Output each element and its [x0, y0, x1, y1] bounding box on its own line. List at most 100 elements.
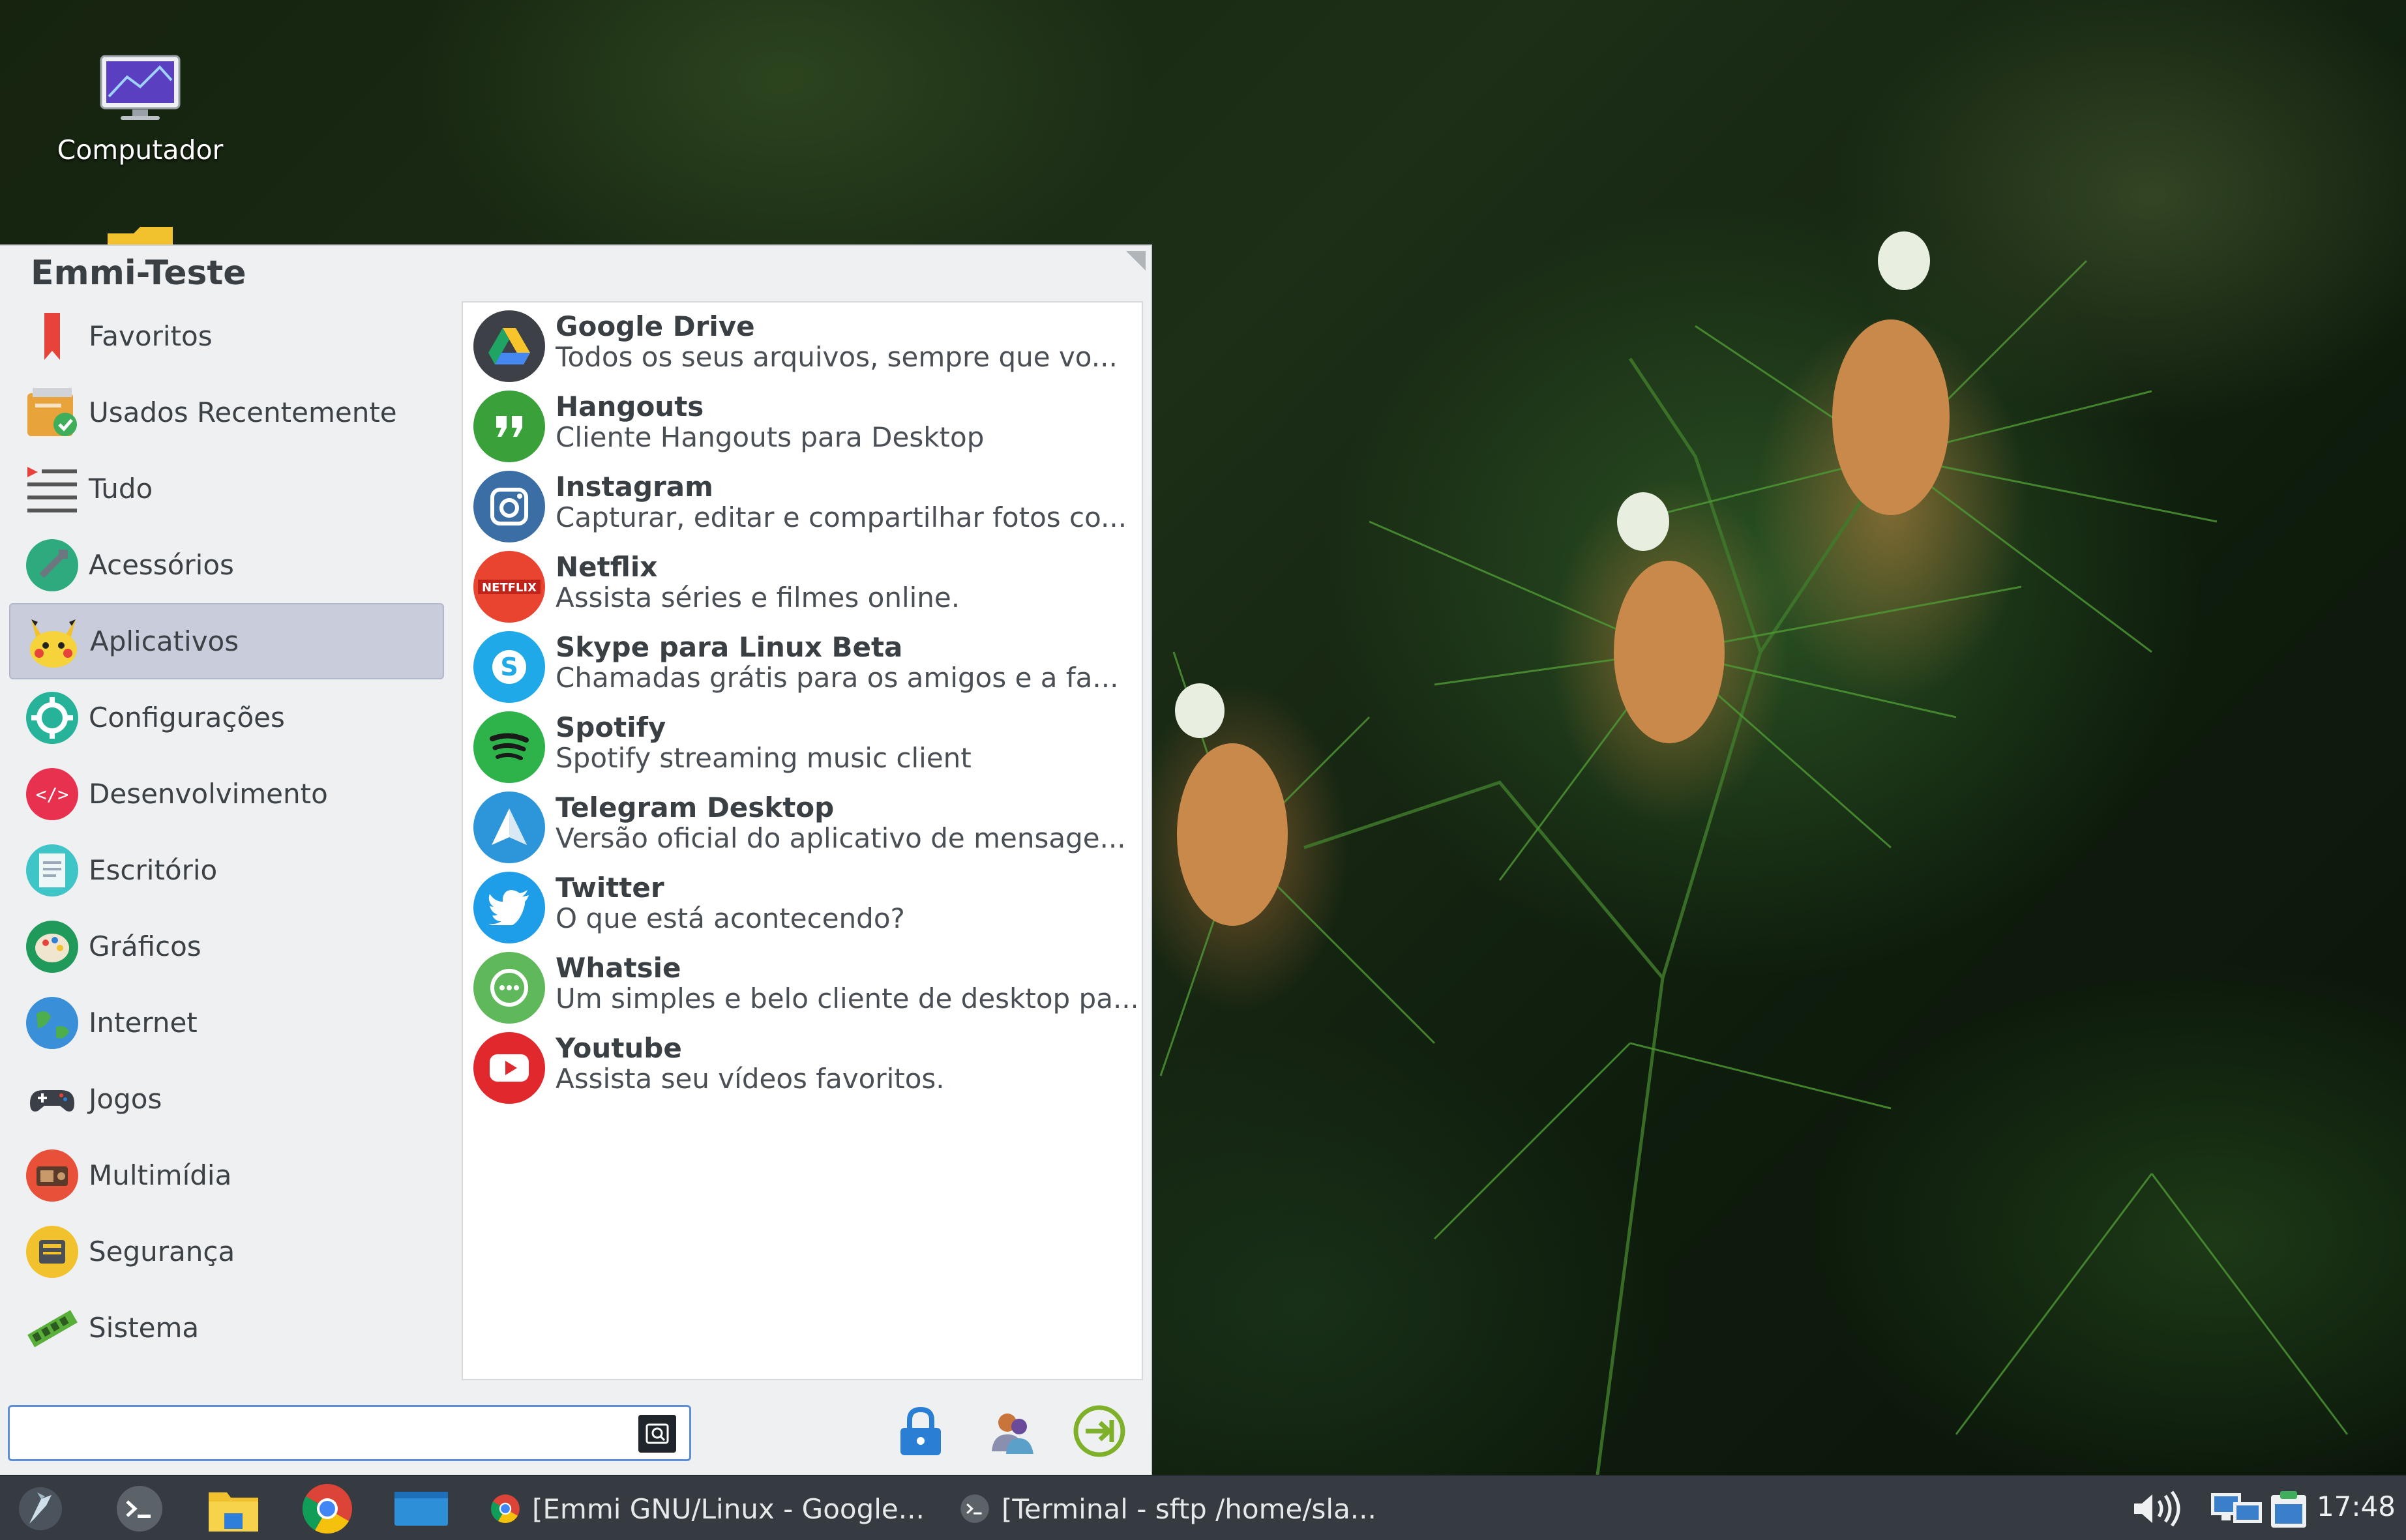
category-desenvolvimento[interactable]: </> Desenvolvimento	[9, 756, 444, 832]
category-label: Gráficos	[89, 930, 201, 962]
category-acessorios[interactable]: Acessórios	[9, 527, 444, 603]
youtube-icon	[473, 1032, 545, 1104]
category-escritorio[interactable]: Escritório	[9, 832, 444, 908]
app-description: Um simples e belo cliente de desktop pa.…	[556, 983, 1136, 1014]
category-internet[interactable]: Internet	[9, 985, 444, 1061]
lock-screen-button[interactable]	[888, 1399, 953, 1464]
code-icon: </>	[23, 765, 81, 823]
search-input[interactable]	[16, 1414, 603, 1453]
clipboard-button[interactable]	[2257, 1483, 2320, 1535]
app-name: Instagram	[556, 471, 713, 503]
app-hangouts[interactable]: Hangouts Cliente Hangouts para Desktop	[463, 383, 1142, 463]
skype-icon: S	[473, 631, 545, 703]
category-aplicativos[interactable]: Aplicativos	[9, 603, 444, 679]
app-name: Telegram Desktop	[556, 792, 835, 823]
category-label: Sistema	[89, 1312, 200, 1344]
app-description: Spotify streaming music client	[556, 742, 972, 774]
app-netflix[interactable]: NETFLIX Netflix Assista séries e filmes …	[463, 543, 1142, 623]
app-name: Twitter	[556, 872, 664, 904]
app-skype[interactable]: S Skype para Linux Beta Chamadas grátis …	[463, 623, 1142, 703]
app-twitter[interactable]: Twitter O que está acontecendo?	[463, 864, 1142, 944]
whisker-menu-button[interactable]	[9, 1483, 72, 1535]
category-graficos[interactable]: Gráficos	[9, 908, 444, 985]
gamepad-icon	[23, 1071, 81, 1128]
menu-icon	[19, 1487, 62, 1530]
category-sistema[interactable]: Sistema	[9, 1290, 444, 1366]
category-label: Multimídia	[89, 1159, 232, 1191]
category-configuracoes[interactable]: Configurações	[9, 679, 444, 756]
category-label: Configurações	[89, 702, 285, 733]
application-menu: Emmi-Teste Favoritos Usados Recentemente…	[0, 244, 1152, 1475]
app-description: Versão oficial do aplicativo de mensage.…	[556, 822, 1126, 854]
menu-username: Emmi-Teste	[31, 254, 246, 293]
netflix-icon: NETFLIX	[473, 551, 545, 623]
app-google-drive[interactable]: Google Drive Todos os seus arquivos, sem…	[463, 303, 1142, 383]
chrome-icon	[491, 1494, 520, 1523]
category-favoritos[interactable]: Favoritos	[9, 298, 444, 374]
app-description: Assista séries e filmes online.	[556, 582, 960, 614]
security-icon	[23, 1223, 81, 1281]
logout-button[interactable]	[1067, 1399, 1132, 1464]
app-telegram[interactable]: Telegram Desktop Versão oficial do aplic…	[463, 784, 1142, 864]
chrome-launcher[interactable]	[296, 1483, 359, 1535]
task-label: [Terminal - sftp /home/sla...	[1002, 1492, 1376, 1525]
category-seguranca[interactable]: Segurança	[9, 1213, 444, 1290]
whatsie-icon	[473, 952, 545, 1024]
accessories-icon	[23, 537, 81, 594]
pikachu-icon	[25, 613, 82, 670]
category-label: Desenvolvimento	[89, 778, 328, 810]
app-description: Assista seu vídeos favoritos.	[556, 1063, 945, 1095]
desktop-icon-computer[interactable]: Computador	[33, 51, 248, 166]
globe-icon	[23, 994, 81, 1052]
gear-icon	[23, 689, 81, 747]
window-launcher[interactable]	[390, 1483, 453, 1535]
app-name: Skype para Linux Beta	[556, 631, 903, 663]
chrome-icon	[302, 1484, 352, 1534]
switch-user-button[interactable]	[979, 1399, 1045, 1464]
search-icon[interactable]	[638, 1415, 676, 1453]
category-label: Jogos	[89, 1083, 162, 1115]
search-field[interactable]	[8, 1405, 691, 1461]
svg-text:NETFLIX: NETFLIX	[482, 581, 537, 595]
app-name: Whatsie	[556, 952, 681, 984]
category-jogos[interactable]: Jogos	[9, 1061, 444, 1137]
lock-icon	[900, 1406, 941, 1455]
app-instagram[interactable]: Instagram Capturar, editar e compartilha…	[463, 463, 1142, 543]
category-multimidia[interactable]: Multimídia	[9, 1137, 444, 1213]
app-name: Youtube	[556, 1032, 682, 1064]
network-icon	[2211, 1493, 2262, 1523]
radio-icon	[23, 1147, 81, 1204]
window-icon	[394, 1492, 448, 1526]
volume-button[interactable]	[2127, 1483, 2190, 1535]
category-label: Escritório	[89, 854, 218, 886]
app-description: O que está acontecendo?	[556, 902, 905, 934]
category-label: Favoritos	[89, 320, 213, 352]
clock[interactable]: 17:48	[2317, 1490, 2396, 1522]
app-whatsie[interactable]: Whatsie Um simples e belo cliente de des…	[463, 944, 1142, 1024]
recent-icon	[23, 384, 81, 441]
app-name: Spotify	[556, 711, 666, 743]
app-description: Capturar, editar e compartilhar fotos co…	[556, 501, 1127, 533]
terminal-icon	[117, 1486, 162, 1532]
app-spotify[interactable]: Spotify Spotify streaming music client	[463, 703, 1142, 784]
category-list: Favoritos Usados Recentemente Tudo Acess…	[9, 298, 444, 1366]
telegram-icon	[473, 792, 545, 863]
task-terminal-window[interactable]: [Terminal - sftp /home/sla...	[960, 1485, 1376, 1532]
terminal-launcher[interactable]	[108, 1483, 171, 1535]
category-label: Internet	[89, 1007, 198, 1039]
app-description: Cliente Hangouts para Desktop	[556, 421, 985, 453]
app-name: Hangouts	[556, 391, 704, 422]
application-list: Google Drive Todos os seus arquivos, sem…	[462, 301, 1143, 1380]
category-usados-recentemente[interactable]: Usados Recentemente	[9, 374, 444, 451]
category-label: Segurança	[89, 1236, 235, 1267]
task-chrome-window[interactable]: [Emmi GNU/Linux - Google...	[490, 1485, 925, 1532]
category-label: Tudo	[89, 473, 153, 505]
computer-monitor-icon	[100, 55, 181, 120]
category-label: Acessórios	[89, 549, 234, 581]
category-label: Usados Recentemente	[89, 396, 397, 428]
category-tudo[interactable]: Tudo	[9, 451, 444, 527]
switch-user-icon	[992, 1414, 1033, 1454]
resize-handle[interactable]	[1126, 251, 1146, 271]
app-youtube[interactable]: Youtube Assista seu vídeos favoritos.	[463, 1024, 1142, 1104]
file-manager-launcher[interactable]	[202, 1483, 265, 1535]
